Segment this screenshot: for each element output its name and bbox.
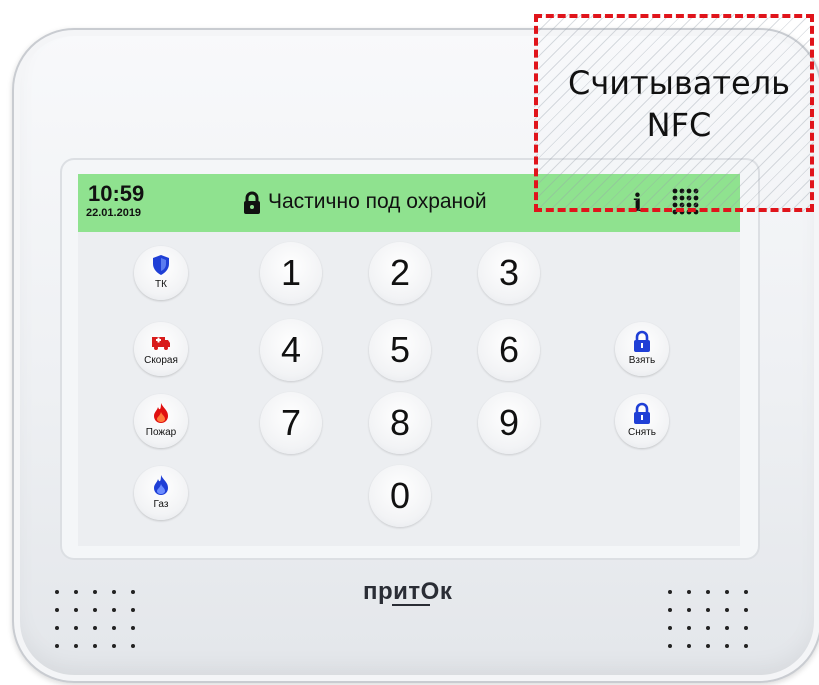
grille-dot — [725, 626, 729, 630]
key-7[interactable]: 7 — [260, 392, 322, 454]
grille-dot — [706, 608, 710, 612]
grille-dot — [74, 626, 78, 630]
grille-dot — [725, 644, 729, 648]
nfc-label-line1: Считыватель — [567, 64, 791, 102]
grille-dot — [744, 626, 748, 630]
lock-icon — [244, 191, 260, 214]
grille-dot — [55, 644, 59, 648]
grille-dot — [687, 644, 691, 648]
key-9[interactable]: 9 — [478, 392, 540, 454]
disarm-button-label: Снять — [628, 427, 656, 438]
nfc-label-line2: NFC — [646, 106, 712, 144]
tk-button[interactable]: ТК — [134, 246, 188, 300]
key-4[interactable]: 4 — [260, 319, 322, 381]
grille-dot — [74, 608, 78, 612]
grille-dot — [744, 608, 748, 612]
grille-dot — [725, 608, 729, 612]
grille-dot — [744, 590, 748, 594]
ambulance-button-label: Скорая — [144, 355, 178, 366]
unlock-icon — [634, 402, 650, 424]
grille-dot — [112, 608, 116, 612]
gas-flame-icon — [154, 475, 168, 495]
arm-button[interactable]: Взять — [615, 322, 669, 376]
grille-dot — [112, 590, 116, 594]
grille-dot — [744, 644, 748, 648]
brand-logo: притOк — [363, 578, 453, 605]
grille-dot — [74, 644, 78, 648]
grille-dot — [55, 626, 59, 630]
grille-dot — [112, 626, 116, 630]
nfc-reader-label: Считыватель NFC — [534, 62, 819, 146]
clock-date: 22.01.2019 — [86, 207, 142, 219]
grille-dot — [93, 644, 97, 648]
grille-dot — [668, 644, 672, 648]
grille-dot — [74, 590, 78, 594]
ambulance-button[interactable]: Скорая — [134, 322, 188, 376]
disarm-button[interactable]: Снять — [615, 394, 669, 448]
fire-button[interactable]: Пожар — [134, 394, 188, 448]
grille-dot — [706, 590, 710, 594]
grille-dot — [55, 590, 59, 594]
grille-dot — [706, 626, 710, 630]
key-5[interactable]: 5 — [369, 319, 431, 381]
key-6[interactable]: 6 — [478, 319, 540, 381]
grille-dot — [668, 590, 672, 594]
ambulance-icon — [152, 337, 170, 350]
grille-dot — [131, 644, 135, 648]
touch-screen: 10:59 22.01.2019 Частично под охраной i … — [78, 174, 740, 546]
tk-button-label: ТК — [155, 279, 167, 290]
grille-dot — [668, 608, 672, 612]
grille-dot — [131, 626, 135, 630]
grille-dot — [93, 590, 97, 594]
grille-dot — [687, 608, 691, 612]
fire-icon — [154, 403, 168, 423]
grille-dot — [93, 608, 97, 612]
logo-underline — [392, 604, 430, 606]
gas-button[interactable]: Газ — [134, 466, 188, 520]
speaker-grille-right — [668, 590, 764, 660]
grille-dot — [687, 626, 691, 630]
shield-icon — [153, 255, 169, 275]
grille-dot — [93, 626, 97, 630]
clock-time: 10:59 — [88, 181, 145, 206]
key-1[interactable]: 1 — [260, 242, 322, 304]
grille-dot — [55, 608, 59, 612]
key-2[interactable]: 2 — [369, 242, 431, 304]
fire-button-label: Пожар — [145, 427, 177, 438]
grille-dot — [112, 644, 116, 648]
grille-dot — [687, 590, 691, 594]
speaker-grille-left — [55, 590, 151, 660]
lock-icon — [634, 330, 650, 352]
arm-button-label: Взять — [628, 355, 656, 366]
key-3[interactable]: 3 — [478, 242, 540, 304]
gas-button-label: Газ — [153, 499, 169, 510]
grille-dot — [725, 590, 729, 594]
grille-dot — [706, 644, 710, 648]
key-0[interactable]: 0 — [369, 465, 431, 527]
grille-dot — [131, 608, 135, 612]
key-8[interactable]: 8 — [369, 392, 431, 454]
grille-dot — [131, 590, 135, 594]
arming-status-text: Частично под охраной — [268, 190, 487, 213]
grille-dot — [668, 626, 672, 630]
